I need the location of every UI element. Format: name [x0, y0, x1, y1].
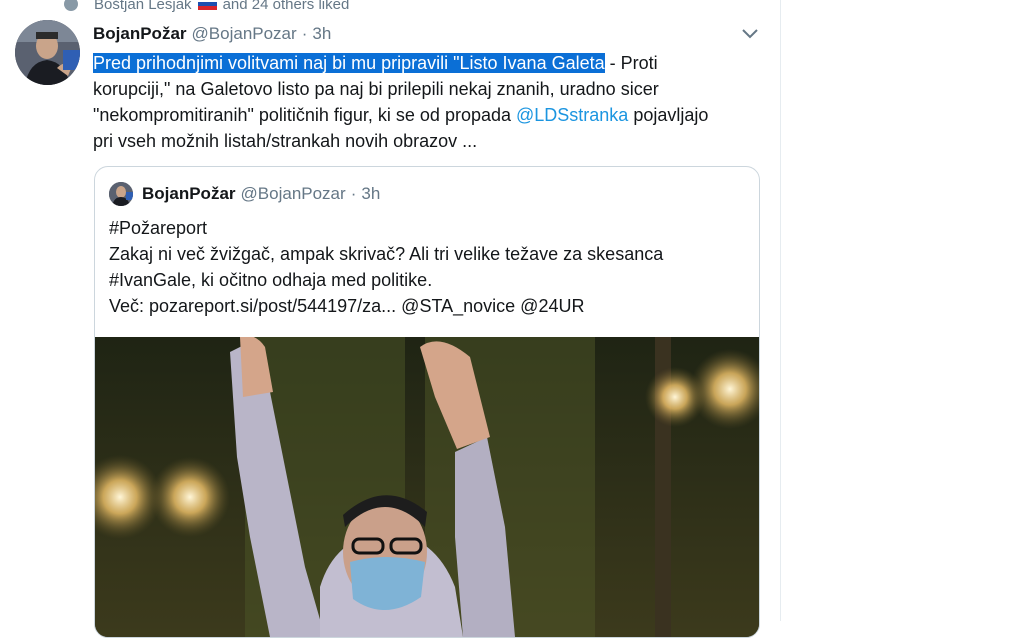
chevron-down-icon[interactable] [741, 27, 759, 41]
author-name[interactable]: BojanPožar [93, 24, 187, 44]
social-context: Boštjan Lesjak and 24 others liked [64, 0, 349, 14]
column-divider [780, 0, 781, 621]
quoted-line: #IvanGale, ki očitno odhaja med politike… [109, 270, 433, 290]
tweet-time[interactable]: 3h [312, 24, 331, 44]
heart-icon [64, 0, 78, 11]
quoted-avatar [109, 182, 133, 206]
quoted-author-name: BojanPožar [142, 184, 236, 203]
mention-link[interactable]: @LDSstranka [516, 105, 628, 125]
tweet-header: BojanPožar @BojanPozar · 3h [93, 24, 331, 44]
separator-dot: · [301, 24, 308, 43]
tweet-text: Pred prihodnjimi volitvami naj bi mu pri… [93, 50, 733, 154]
avatar[interactable] [15, 20, 80, 85]
social-context-rest: and 24 others liked [222, 0, 350, 13]
quoted-tweet-text: #Požareport Zakaj ni več žvižgač, ampak … [109, 215, 749, 319]
selected-text: Pred prihodnjimi volitvami naj bi mu pri… [93, 53, 605, 73]
quoted-author-handle: @BojanPozar [240, 184, 346, 203]
quoted-tweet[interactable]: BojanPožar @BojanPozar · 3h #Požareport … [94, 166, 760, 638]
quoted-line: #Požareport [109, 218, 208, 238]
quoted-line: Več: pozareport.si/post/544197/za... @ST… [109, 296, 585, 316]
separator-dot: · [350, 184, 357, 203]
quoted-line: Zakaj ni več žvižgač, ampak skrivač? Ali… [109, 244, 664, 264]
quoted-tweet-header: BojanPožar @BojanPozar · 3h [109, 182, 380, 206]
slovenia-flag-icon [197, 0, 217, 10]
quoted-time: 3h [361, 184, 381, 203]
quoted-photo[interactable] [95, 337, 759, 637]
author-handle[interactable]: @BojanPozar [192, 24, 297, 44]
social-context-name[interactable]: Boštjan Lesjak [94, 0, 192, 13]
